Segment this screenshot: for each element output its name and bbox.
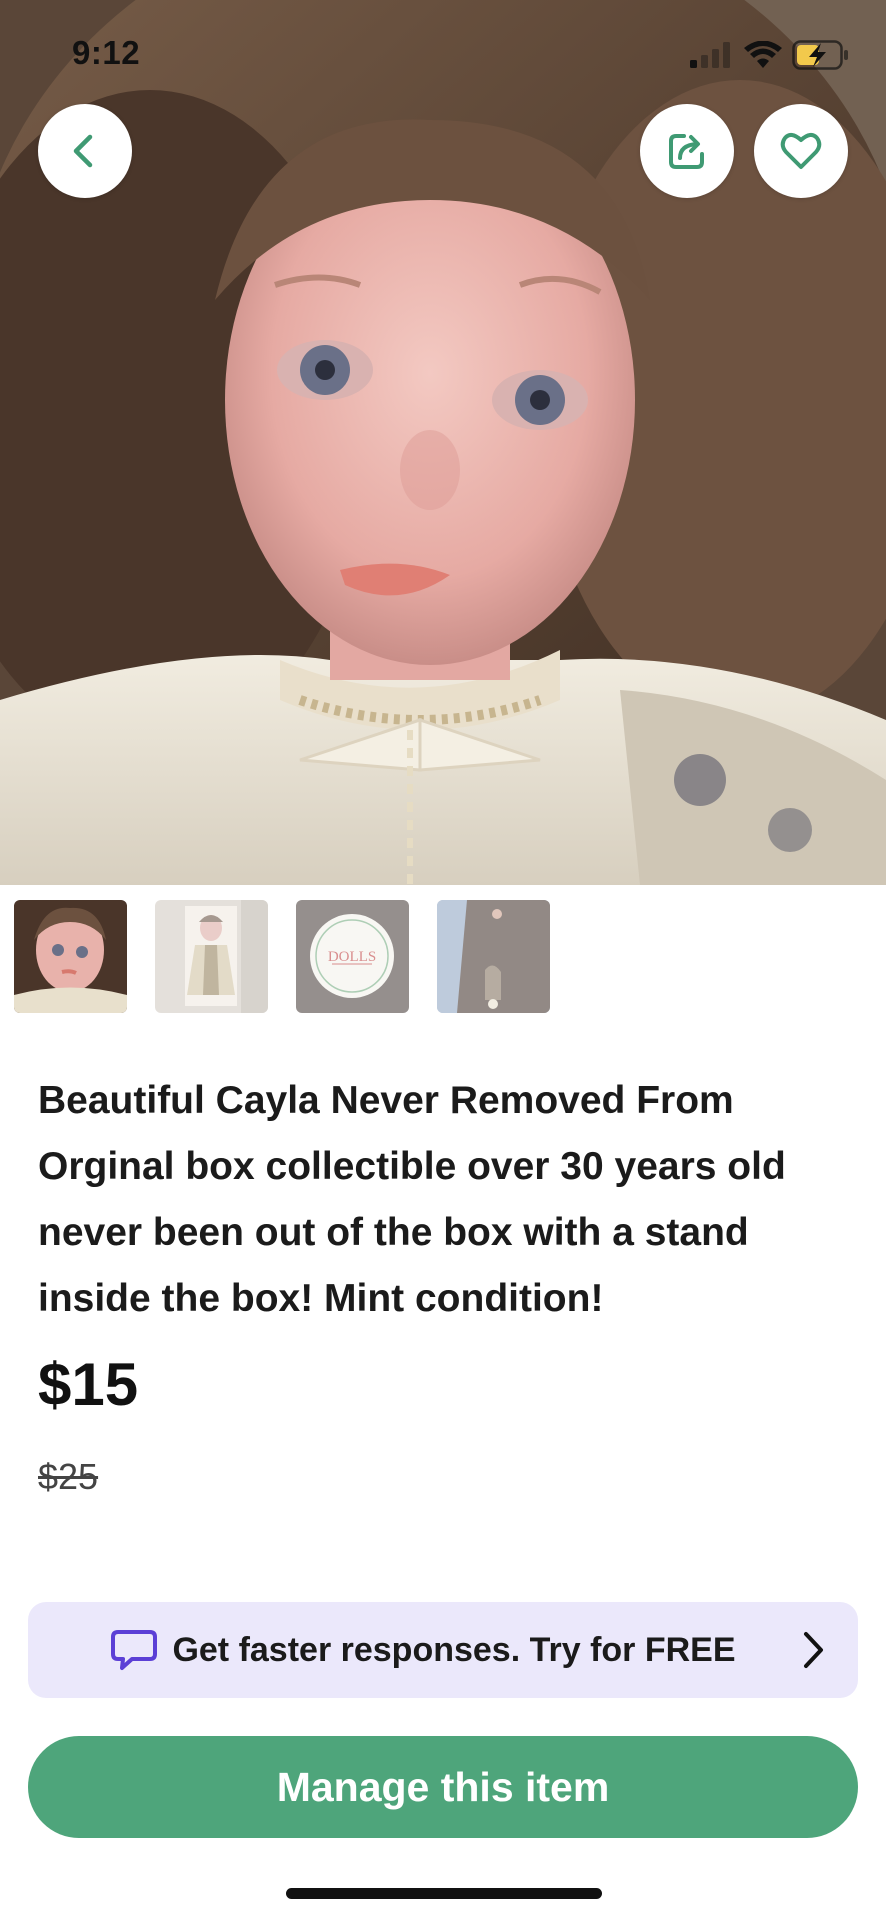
home-indicator [286, 1888, 602, 1899]
chat-bubble-icon [111, 1630, 158, 1670]
status-icons [690, 38, 850, 72]
thumbnail-3[interactable]: DOLLS [296, 900, 409, 1013]
thumbnail-badge-text: DOLLS [328, 949, 376, 965]
status-time: 9:12 [72, 34, 141, 71]
promo-text: Get faster responses. Try for FREE [172, 1630, 736, 1669]
battery-charging-icon [792, 40, 848, 70]
thumbnail-1[interactable] [14, 900, 127, 1013]
chevron-right-icon [804, 1632, 823, 1668]
thumbnail-2-image [155, 900, 268, 1013]
share-icon [669, 134, 704, 169]
thumbnail-4-image [437, 900, 550, 1013]
heart-icon [780, 133, 822, 169]
favorite-button[interactable] [754, 104, 848, 198]
doll-photo-illustration [0, 0, 886, 885]
promo-banner[interactable]: Get faster responses. Try for FREE [28, 1602, 858, 1698]
wifi-icon [744, 41, 782, 68]
listing-title: Beautiful Cayla Never Removed From Orgin… [38, 1079, 786, 1320]
original-price: $25 [38, 1456, 99, 1497]
manage-item-button[interactable]: Manage this item [28, 1736, 858, 1838]
thumbnail-3-image: DOLLS [296, 900, 409, 1013]
thumbnail-strip: DOLLS [14, 900, 550, 1013]
product-photo[interactable] [0, 0, 886, 885]
share-button[interactable] [640, 104, 734, 198]
thumbnail-1-image [14, 900, 127, 1013]
thumbnail-4[interactable] [437, 900, 550, 1013]
thumbnail-2[interactable] [155, 900, 268, 1013]
back-icon [73, 134, 93, 168]
price: $15 [38, 1351, 139, 1418]
back-button[interactable] [38, 104, 132, 198]
signal-icon [690, 42, 730, 68]
